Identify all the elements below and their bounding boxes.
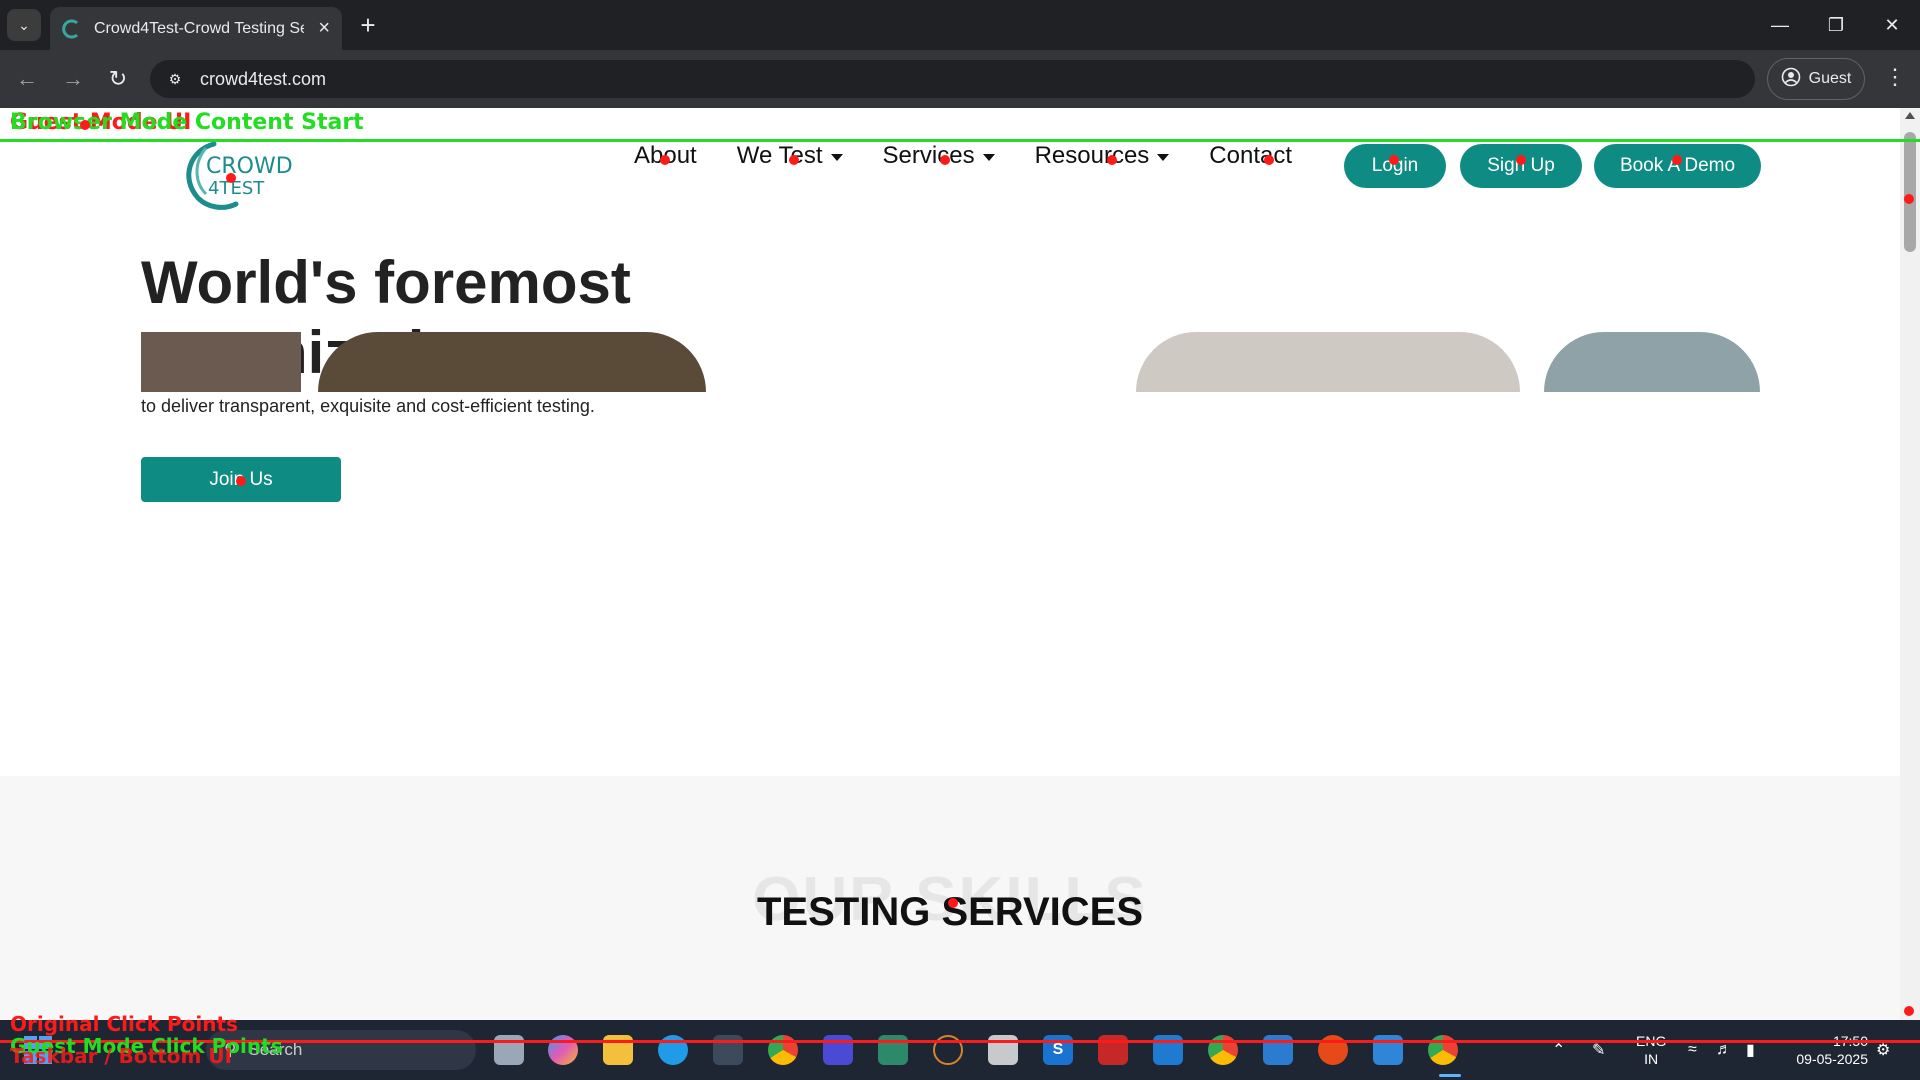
volume-icon[interactable]: ♬ bbox=[1716, 1020, 1732, 1080]
windows-taskbar: ⚲ Search S ⌃ ✎ ENG IN ≈ ♬ ▮ 17:50 09-05-… bbox=[0, 1020, 1920, 1080]
address-bar[interactable]: ⚙ crowd4test.com bbox=[150, 60, 1755, 98]
click-point-marker bbox=[1107, 155, 1117, 165]
battery-icon[interactable]: ▮ bbox=[1746, 1020, 1755, 1080]
tab-search-chevron-icon[interactable]: ⌄ bbox=[7, 9, 41, 41]
service-card[interactable] bbox=[728, 332, 1116, 392]
pen-icon[interactable]: ✎ bbox=[1592, 1020, 1605, 1080]
click-point-marker bbox=[1264, 155, 1274, 165]
reload-icon[interactable]: ↻ bbox=[103, 64, 133, 94]
hero-subtitle: to deliver transparent, exquisite and co… bbox=[141, 396, 595, 416]
service-card[interactable] bbox=[1136, 332, 1520, 392]
nav-resources-label: Resources bbox=[1034, 142, 1150, 169]
click-point-marker bbox=[80, 120, 90, 130]
wifi-icon[interactable]: ≈ bbox=[1688, 1020, 1697, 1080]
caret-down-icon bbox=[830, 153, 843, 161]
new-tab-plus-icon[interactable]: + bbox=[353, 10, 383, 41]
book-demo-button[interactable]: Book A Demo bbox=[1594, 144, 1761, 188]
click-point-marker bbox=[1672, 155, 1682, 165]
forward-arrow-icon[interactable]: → bbox=[58, 64, 88, 94]
profile-avatar-icon bbox=[1781, 67, 1801, 92]
browser-tab-bar: ⌄ Crowd4Test-Crowd Testing Serv × + — ❐ … bbox=[0, 0, 1920, 50]
browser-menu-kebab-icon[interactable]: ⋮ bbox=[1880, 64, 1910, 90]
back-arrow-icon[interactable]: ← bbox=[12, 64, 42, 94]
caret-down-icon bbox=[1157, 153, 1170, 161]
click-point-marker bbox=[1516, 155, 1526, 165]
nav-contact[interactable]: Contact bbox=[1209, 142, 1292, 170]
browser-toolbar: ← → ↻ ⚙ crowd4test.com Guest ⋮ bbox=[0, 50, 1920, 108]
hero-title-line1: World's foremost bbox=[141, 249, 631, 316]
system-clock[interactable]: 17:50 09-05-2025 bbox=[1786, 1032, 1868, 1068]
logo-wordmark-crowd: CROWD bbox=[206, 154, 293, 179]
active-app-indicator bbox=[1439, 1074, 1461, 1077]
logo-wordmark-4test: 4TEST bbox=[208, 178, 265, 199]
signup-button[interactable]: Sign Up bbox=[1460, 144, 1582, 188]
page-viewport: CROWD 4TEST About We Test Services Resou… bbox=[0, 108, 1900, 1020]
click-point-marker bbox=[236, 476, 246, 486]
click-point-marker bbox=[226, 173, 236, 183]
service-card[interactable] bbox=[318, 332, 706, 392]
skills-title: TESTING SERVICES bbox=[756, 890, 1143, 934]
restore-icon[interactable]: ❐ bbox=[1808, 0, 1864, 50]
taskbar-boundary-line bbox=[0, 1040, 1920, 1043]
clock-date: 09-05-2025 bbox=[1796, 1051, 1868, 1067]
minimize-icon[interactable]: — bbox=[1752, 0, 1808, 50]
service-card[interactable] bbox=[141, 332, 301, 392]
url-text[interactable]: crowd4test.com bbox=[200, 69, 326, 90]
tab-close-icon[interactable]: × bbox=[318, 17, 330, 40]
overlay-label-content-start: Browser Mode Content Start bbox=[10, 110, 364, 135]
click-point-marker bbox=[1389, 155, 1399, 165]
profile-label: Guest bbox=[1808, 70, 1852, 87]
nav-we-test-label: We Test bbox=[736, 142, 823, 169]
notification-icon[interactable]: ⚙ bbox=[1876, 1020, 1890, 1080]
scroll-thumb[interactable] bbox=[1904, 132, 1916, 252]
click-point-marker bbox=[660, 155, 670, 165]
scroll-up-arrow-icon[interactable] bbox=[1905, 112, 1915, 119]
click-point-marker bbox=[940, 155, 950, 165]
page-scrollbar[interactable] bbox=[1900, 108, 1920, 1020]
input-language[interactable]: ENG IN bbox=[1636, 1032, 1666, 1068]
login-button[interactable]: Login bbox=[1344, 144, 1446, 188]
browser-tab[interactable]: Crowd4Test-Crowd Testing Serv × bbox=[50, 7, 342, 50]
click-point-marker bbox=[1904, 1006, 1914, 1016]
overlay-legend-original: Original Click Points bbox=[10, 1012, 238, 1036]
tray-chevron-up-icon[interactable]: ⌃ bbox=[1552, 1020, 1565, 1080]
nav-services-label: Services bbox=[882, 142, 975, 169]
tab-title: Crowd4Test-Crowd Testing Serv bbox=[94, 19, 304, 37]
click-point-marker bbox=[948, 898, 958, 908]
guest-profile-button[interactable]: Guest bbox=[1767, 58, 1865, 100]
window-controls: — ❐ ✕ bbox=[1752, 0, 1920, 50]
crowd4test-favicon-icon bbox=[62, 19, 82, 39]
site-info-tune-icon[interactable]: ⚙ bbox=[164, 68, 186, 90]
caret-down-icon bbox=[982, 153, 995, 161]
site-header: CROWD 4TEST About We Test Services Resou… bbox=[0, 130, 1900, 210]
overlay-legend-taskbar: Taskbar / Bottom UI bbox=[10, 1044, 233, 1068]
lang-line2: IN bbox=[1644, 1051, 1659, 1067]
click-point-marker bbox=[789, 155, 799, 165]
main-navigation: About We Test Services Resources Contact bbox=[634, 142, 1332, 170]
nav-services[interactable]: Services bbox=[883, 142, 995, 170]
service-card[interactable] bbox=[1544, 332, 1760, 392]
content-start-line bbox=[0, 139, 1920, 142]
nav-resources[interactable]: Resources bbox=[1035, 142, 1170, 170]
click-point-marker bbox=[1904, 194, 1914, 204]
close-window-icon[interactable]: ✕ bbox=[1864, 0, 1920, 50]
